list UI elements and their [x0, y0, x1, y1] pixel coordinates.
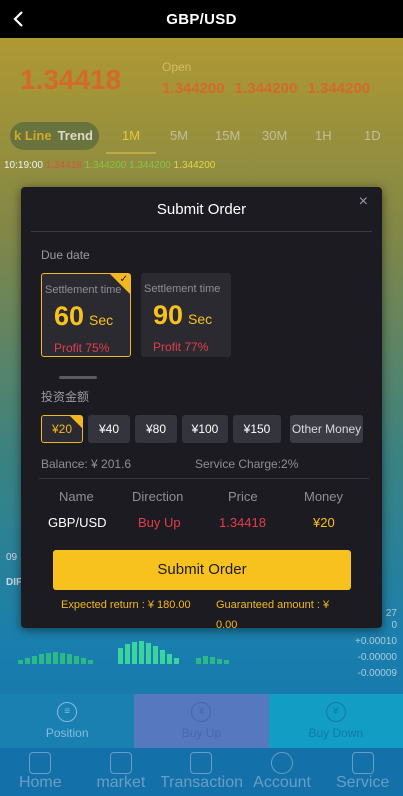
dialog-title: Submit Order [156, 201, 247, 218]
divider [39, 478, 369, 479]
guaranteed-amount-value: 0.00 [216, 619, 238, 631]
balance-text: Balance: ¥ 201.6 [41, 457, 132, 471]
duration-option-90[interactable]: Settlement time 90 Sec Profit 77% [141, 273, 231, 357]
col-header-price: Price [228, 489, 258, 504]
amount-option-80[interactable]: ¥80 [135, 415, 177, 443]
other-money-label: Other Money [291, 422, 362, 436]
duration-value: 60 Sec [54, 301, 113, 332]
order-price: 1.34418 [219, 515, 266, 530]
col-header-direction: Direction [132, 489, 184, 504]
profit-rate: Profit 77% [153, 340, 209, 354]
service-charge-text: Service Charge:2% [195, 457, 299, 471]
submit-order-button[interactable]: Submit Order [53, 550, 351, 590]
divider [31, 231, 372, 232]
submit-order-dialog: × Submit Order Due date ✓ Settlement tim… [21, 187, 382, 631]
settlement-label: Settlement time [45, 284, 122, 296]
amount-value: ¥100 [191, 422, 219, 436]
profit-rate: Profit 75% [54, 341, 110, 355]
col-header-name: Name [59, 489, 94, 504]
top-bar: GBP/USD [0, 0, 403, 38]
amount-option-40[interactable]: ¥40 [88, 415, 130, 443]
due-date-label: Due date [41, 248, 90, 262]
amount-value: ¥20 [51, 422, 73, 436]
other-money-button[interactable]: Other Money [290, 415, 363, 443]
duration-option-60[interactable]: ✓ Settlement time 60 Sec Profit 75% [41, 273, 131, 357]
amount-value: ¥150 [243, 422, 271, 436]
guaranteed-amount: Guaranteed amount : ¥ [216, 599, 330, 611]
duration-seconds: 90 [153, 300, 184, 330]
amount-label: 投资金额 [41, 390, 90, 404]
section-divider [59, 376, 97, 379]
settlement-label: Settlement time [144, 283, 221, 295]
amount-option-20[interactable]: ¥20 [41, 415, 83, 443]
order-name: GBP/USD [48, 515, 107, 530]
amount-value: ¥40 [98, 422, 120, 436]
amount-option-100[interactable]: ¥100 [182, 415, 228, 443]
selected-corner [70, 416, 82, 428]
duration-unit: Sec [89, 312, 114, 328]
duration-seconds: 60 [54, 301, 85, 331]
amount-value: ¥80 [145, 422, 167, 436]
page-title: GBP/USD [166, 10, 237, 28]
expected-return: Expected return : ¥ 180.00 [61, 599, 191, 611]
amount-option-150[interactable]: ¥150 [233, 415, 281, 443]
duration-unit: Sec [188, 311, 213, 327]
order-direction: Buy Up [138, 515, 181, 530]
duration-value: 90 Sec [153, 300, 212, 331]
col-header-money: Money [304, 489, 344, 504]
order-money: ¥20 [313, 515, 335, 530]
back-arrow-icon[interactable] [10, 8, 28, 30]
